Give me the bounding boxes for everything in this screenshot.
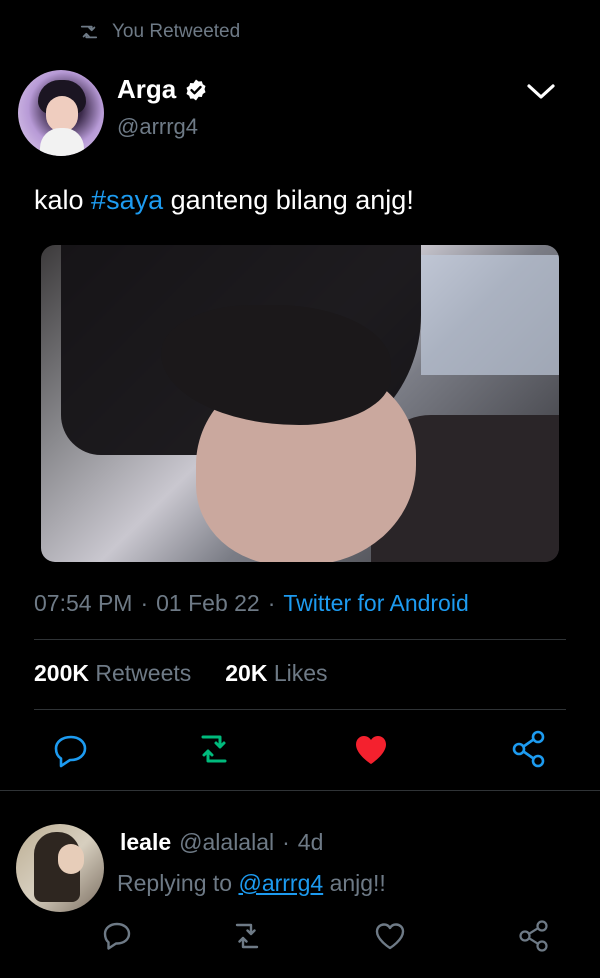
retweets-stat[interactable]: 200K Retweets [34, 660, 191, 687]
retweets-count: 200K [34, 660, 89, 686]
heart-icon[interactable] [353, 728, 389, 770]
retweets-label: Retweets [95, 660, 192, 686]
reply-icon[interactable] [101, 918, 133, 954]
share-icon[interactable] [518, 918, 550, 954]
reply-header: leale @alalalal · 4d [120, 829, 323, 856]
retweet-icon[interactable] [194, 728, 234, 770]
replying-to-handle-link[interactable]: @arrrg4 [238, 870, 323, 896]
likes-label: Likes [273, 660, 328, 686]
reply-age: 4d [297, 829, 324, 855]
author-name: Arga [117, 74, 177, 104]
reply-body: Replying to @arrrg4 anjg!! [117, 870, 386, 897]
meta-separator: · [267, 590, 276, 616]
author-handle[interactable]: @arrrg4 [117, 114, 198, 140]
divider [34, 709, 566, 710]
replying-to-label: Replying to [117, 870, 233, 896]
thread-divider [0, 790, 600, 791]
likes-stat[interactable]: 20K Likes [225, 660, 327, 687]
tweet-text-before: kalo [34, 185, 92, 215]
retweet-banner: You Retweeted [78, 18, 240, 46]
reply-author-name[interactable]: leale [120, 829, 171, 856]
tweet-source-link[interactable]: Twitter for Android [283, 590, 468, 617]
retweet-icon [80, 25, 98, 39]
reply-text: anjg!! [329, 870, 386, 896]
chevron-down-icon[interactable] [524, 78, 558, 106]
tweet-date: 01 Feb 22 [156, 590, 260, 616]
reply-author-handle[interactable]: @alalalal [179, 829, 274, 856]
tweet-meta: 07:54 PM · 01 Feb 22 · Twitter for Andro… [34, 590, 469, 617]
reply-separator: · [282, 829, 290, 855]
retweet-banner-label: You Retweeted [112, 21, 241, 42]
divider [34, 639, 566, 640]
tweet-text-after: ganteng bilang anjg! [163, 185, 414, 215]
heart-icon[interactable] [374, 918, 406, 954]
retweet-icon[interactable] [230, 918, 264, 954]
tweet-text: kalo #saya ganteng bilang anjg! [34, 185, 414, 216]
author-name-row[interactable]: Arga [117, 74, 208, 105]
tweet-stats: 200K Retweets 20K Likes [34, 660, 328, 687]
tweet-time: 07:54 PM [34, 590, 133, 616]
share-icon[interactable] [511, 728, 547, 770]
author-avatar[interactable] [18, 70, 104, 156]
verified-badge-icon [186, 79, 206, 100]
reply-icon[interactable] [52, 728, 90, 770]
tweet-media-photo[interactable] [41, 245, 559, 562]
meta-separator: · [140, 590, 149, 616]
reply-author-avatar[interactable] [16, 824, 104, 912]
likes-count: 20K [225, 660, 268, 686]
hashtag-link[interactable]: #saya [91, 185, 163, 215]
